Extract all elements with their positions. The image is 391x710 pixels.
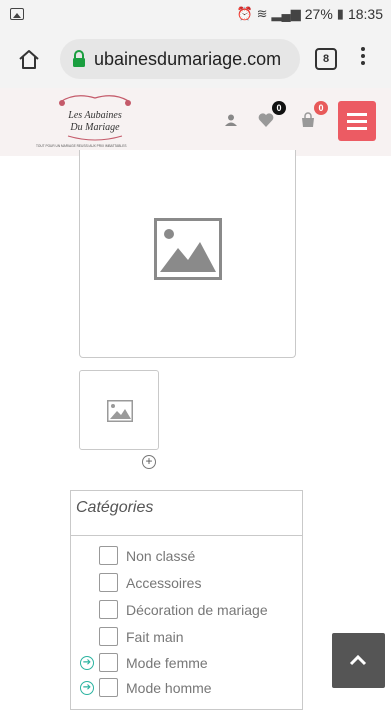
svg-text:Du Mariage: Du Mariage	[69, 122, 120, 133]
add-image-icon[interactable]: +	[142, 455, 156, 469]
divider	[71, 535, 302, 536]
address-bar[interactable]: ubainesdumariage.com	[60, 39, 300, 79]
image-placeholder-icon	[107, 400, 133, 422]
clock: 18:35	[347, 6, 383, 22]
category-checkbox[interactable]	[99, 678, 118, 697]
image-notification-icon	[10, 8, 24, 20]
categories-panel: Catégories Non classé Accessoires Décora…	[70, 490, 303, 710]
category-item: ➔ Mode femme	[71, 653, 302, 675]
more-menu-icon[interactable]	[360, 44, 366, 68]
chevron-up-icon	[349, 654, 367, 666]
svg-text:Les Aubaines: Les Aubaines	[67, 110, 122, 121]
category-label: Fait main	[126, 629, 184, 645]
url-text: ubainesdumariage.com	[94, 49, 282, 69]
category-label: Accessoires	[126, 575, 202, 591]
logo-graphic: Les Aubaines Du Mariage	[59, 95, 131, 141]
category-checkbox[interactable]	[99, 546, 118, 565]
category-item: ➔ Mode homme	[71, 678, 302, 700]
user-icon[interactable]	[225, 114, 237, 126]
logo-tagline: TOUT POUR UN MARIAGE REUSSI AUX PRIX IMB…	[36, 144, 127, 148]
category-checkbox[interactable]	[99, 600, 118, 619]
lock-icon	[73, 50, 85, 67]
category-label: Décoration de mariage	[126, 602, 268, 618]
wishlist-count-badge: 0	[272, 101, 286, 115]
category-label: Mode femme	[126, 655, 208, 671]
category-item: Décoration de mariage	[71, 600, 302, 622]
status-right: ⏰ ≋ ▂▄▆ 27% ▮ 18:35	[236, 6, 383, 22]
wifi-icon: ≋	[256, 6, 268, 21]
category-label: Non classé	[126, 548, 196, 564]
categories-title: Catégories	[76, 499, 154, 516]
category-checkbox[interactable]	[99, 573, 118, 592]
browser-toolbar: ubainesdumariage.com 8	[0, 30, 391, 89]
expand-arrow-icon[interactable]: ➔	[80, 681, 94, 695]
category-checkbox[interactable]	[99, 627, 118, 646]
cart-bag-icon[interactable]	[300, 112, 316, 128]
wishlist-heart-icon[interactable]	[258, 112, 274, 128]
tab-switcher-button[interactable]: 8	[315, 48, 337, 70]
cart-count-badge: 0	[314, 101, 328, 115]
site-header: Les Aubaines Du Mariage TOUT POUR UN MAR…	[0, 88, 391, 156]
alarm-icon: ⏰	[236, 6, 253, 21]
category-item: Non classé	[71, 546, 302, 568]
image-placeholder-icon	[154, 218, 222, 280]
home-icon[interactable]	[18, 48, 40, 70]
expand-arrow-icon[interactable]: ➔	[80, 656, 94, 670]
category-item: Accessoires	[71, 573, 302, 595]
battery-percent: 27%	[304, 6, 333, 22]
category-label: Mode homme	[126, 680, 212, 696]
back-to-top-button[interactable]	[332, 633, 385, 688]
category-checkbox[interactable]	[99, 653, 118, 672]
status-bar: ⏰ ≋ ▂▄▆ 27% ▮ 18:35	[0, 0, 391, 30]
signal-icon: ▂▄▆	[271, 6, 301, 21]
category-item: Fait main	[71, 627, 302, 649]
hamburger-menu-button[interactable]	[338, 101, 376, 141]
site-logo[interactable]: Les Aubaines Du Mariage TOUT POUR UN MAR…	[36, 92, 150, 148]
product-image-main[interactable]	[79, 150, 296, 358]
battery-icon: ▮	[336, 6, 344, 21]
product-thumbnail[interactable]	[79, 370, 159, 450]
